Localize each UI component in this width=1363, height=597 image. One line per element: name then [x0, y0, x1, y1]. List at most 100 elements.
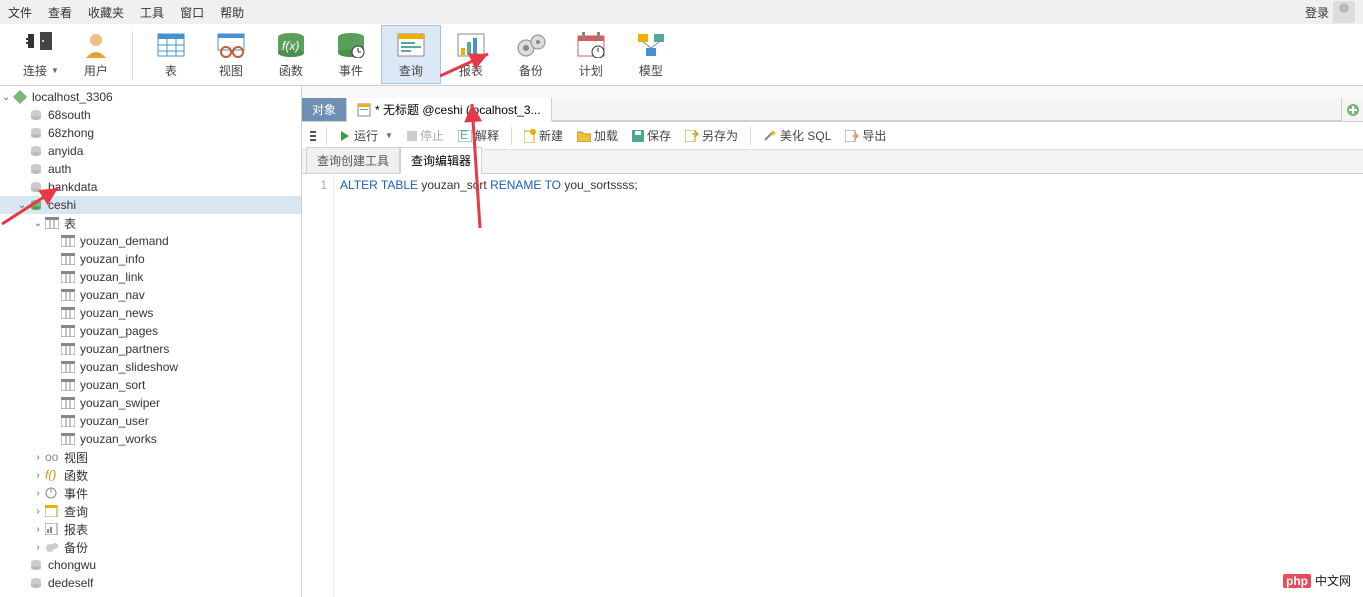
- brand-label: 中文网: [1315, 572, 1351, 589]
- action-label: 保存: [647, 127, 671, 144]
- function-button[interactable]: f(x)函数: [261, 25, 321, 84]
- tree-table-youzan_link[interactable]: youzan_link: [0, 268, 301, 286]
- model-button[interactable]: 模型: [621, 25, 681, 84]
- export-button[interactable]: 导出: [839, 125, 892, 146]
- line-gutter: 1: [302, 174, 334, 597]
- tree-label: 查询: [64, 503, 88, 520]
- tree-table-youzan_demand[interactable]: youzan_demand: [0, 232, 301, 250]
- save-icon: [632, 130, 644, 142]
- tree-label: youzan_pages: [80, 324, 158, 338]
- tree-label: youzan_slideshow: [80, 360, 178, 374]
- sql-token: TO: [545, 178, 561, 192]
- tree-db-bankdata[interactable]: bankdata: [0, 178, 301, 196]
- tree-folder-query[interactable]: ›查询: [0, 502, 301, 520]
- login-link[interactable]: 登录: [1305, 1, 1355, 23]
- tree-label: chongwu: [48, 558, 96, 572]
- tab-query-builder[interactable]: 查询创建工具: [306, 147, 400, 173]
- tree-table-youzan_sort[interactable]: youzan_sort: [0, 376, 301, 394]
- tree-label: youzan_sort: [80, 378, 145, 392]
- tree-table-youzan_works[interactable]: youzan_works: [0, 430, 301, 448]
- tree-label: 视图: [64, 449, 88, 466]
- tree-folder-event[interactable]: ›事件: [0, 484, 301, 502]
- toolbar-label: 视图: [219, 62, 243, 79]
- tree-label: bankdata: [48, 180, 97, 194]
- tree-db-anyida[interactable]: anyida: [0, 142, 301, 160]
- tree-db-68zhong[interactable]: 68zhong: [0, 124, 301, 142]
- event-icon: [44, 485, 60, 501]
- tree-table-youzan_info[interactable]: youzan_info: [0, 250, 301, 268]
- query-icon: [396, 30, 426, 60]
- tree-db-68south[interactable]: 68south: [0, 106, 301, 124]
- action-label: 停止: [420, 127, 444, 144]
- tree-db-auth[interactable]: auth: [0, 160, 301, 178]
- tree-table-youzan_swiper[interactable]: youzan_swiper: [0, 394, 301, 412]
- stop-button[interactable]: 停止: [401, 125, 450, 146]
- tree-folder-view[interactable]: ›oo视图: [0, 448, 301, 466]
- toolbar-label: 报表: [459, 62, 483, 79]
- tab-query-editor[interactable]: 查询编辑器: [400, 147, 482, 174]
- run-button[interactable]: 运行 ▼: [333, 125, 399, 146]
- load-button[interactable]: 加载: [571, 125, 624, 146]
- tree-table-youzan_nav[interactable]: youzan_nav: [0, 286, 301, 304]
- document-tabs: 对象 * 无标题 @ceshi (localhost_3...: [302, 98, 1363, 122]
- new-button[interactable]: 新建: [518, 125, 569, 146]
- tree-table-youzan_news[interactable]: youzan_news: [0, 304, 301, 322]
- save-button[interactable]: 保存: [626, 125, 677, 146]
- menu-file[interactable]: 文件: [8, 4, 32, 21]
- tree-label: 报表: [64, 521, 88, 538]
- menu-help[interactable]: 帮助: [220, 4, 244, 21]
- user-button[interactable]: 用户: [68, 25, 124, 84]
- tree-db-ceshi[interactable]: ⌄ceshi: [0, 196, 301, 214]
- code-area[interactable]: ALTER TABLE youzan_sort RENAME TO you_so…: [334, 174, 1363, 597]
- tree-folder-backup[interactable]: ›备份: [0, 538, 301, 556]
- action-label: 美化 SQL: [780, 127, 831, 144]
- tree-tables-folder[interactable]: ⌄表: [0, 214, 301, 232]
- tree-table-youzan_slideshow[interactable]: youzan_slideshow: [0, 358, 301, 376]
- menu-tools[interactable]: 工具: [140, 4, 164, 21]
- tree-connection[interactable]: ⌄localhost_3306: [0, 88, 301, 106]
- explain-button[interactable]: E 解释: [452, 125, 505, 146]
- beautify-button[interactable]: 美化 SQL: [757, 125, 837, 146]
- model-icon: [636, 30, 666, 60]
- table-icon: [60, 359, 76, 375]
- backup-button[interactable]: 备份: [501, 25, 561, 84]
- svg-text:oo: oo: [45, 451, 59, 463]
- tree-folder-report[interactable]: ›报表: [0, 520, 301, 538]
- new-tab-button[interactable]: [1341, 98, 1363, 121]
- tree-table-youzan_pages[interactable]: youzan_pages: [0, 322, 301, 340]
- tab-current-query[interactable]: * 无标题 @ceshi (localhost_3...: [347, 98, 552, 122]
- table-icon: [60, 323, 76, 339]
- menu-icon[interactable]: [306, 131, 320, 141]
- toolbar-label: 表: [165, 62, 177, 79]
- svg-text:f(): f(): [45, 469, 56, 481]
- table-icon: [60, 395, 76, 411]
- explain-icon: E: [458, 130, 472, 142]
- schedule-button[interactable]: 计划: [561, 25, 621, 84]
- query-button[interactable]: 查询: [381, 25, 441, 84]
- tab-objects[interactable]: 对象: [302, 98, 347, 121]
- function-icon: f(x): [276, 30, 306, 60]
- saveas-button[interactable]: 另存为: [679, 125, 744, 146]
- tree-table-youzan_partners[interactable]: youzan_partners: [0, 340, 301, 358]
- connection-button[interactable]: 连接▼: [8, 25, 68, 84]
- event-button[interactable]: 事件: [321, 25, 381, 84]
- tree-label: 表: [64, 215, 76, 232]
- sql-editor[interactable]: 1 ALTER TABLE youzan_sort RENAME TO you_…: [302, 174, 1363, 597]
- menu-window[interactable]: 窗口: [180, 4, 204, 21]
- report-button[interactable]: 报表: [441, 25, 501, 84]
- tree-db-dedeself[interactable]: dedeself: [0, 574, 301, 592]
- database-icon: [28, 197, 44, 213]
- new-icon: [524, 129, 536, 143]
- toolbar-label: 计划: [579, 62, 603, 79]
- tree-folder-fx[interactable]: ›f()函数: [0, 466, 301, 484]
- menu-view[interactable]: 查看: [48, 4, 72, 21]
- view-button[interactable]: 视图: [201, 25, 261, 84]
- database-icon: [28, 575, 44, 591]
- menu-favorites[interactable]: 收藏夹: [88, 4, 124, 21]
- table-icon: [44, 215, 60, 231]
- backup-icon: [516, 30, 546, 60]
- table-button[interactable]: 表: [141, 25, 201, 84]
- tree-table-youzan_user[interactable]: youzan_user: [0, 412, 301, 430]
- table-icon: [60, 377, 76, 393]
- tree-db-chongwu[interactable]: chongwu: [0, 556, 301, 574]
